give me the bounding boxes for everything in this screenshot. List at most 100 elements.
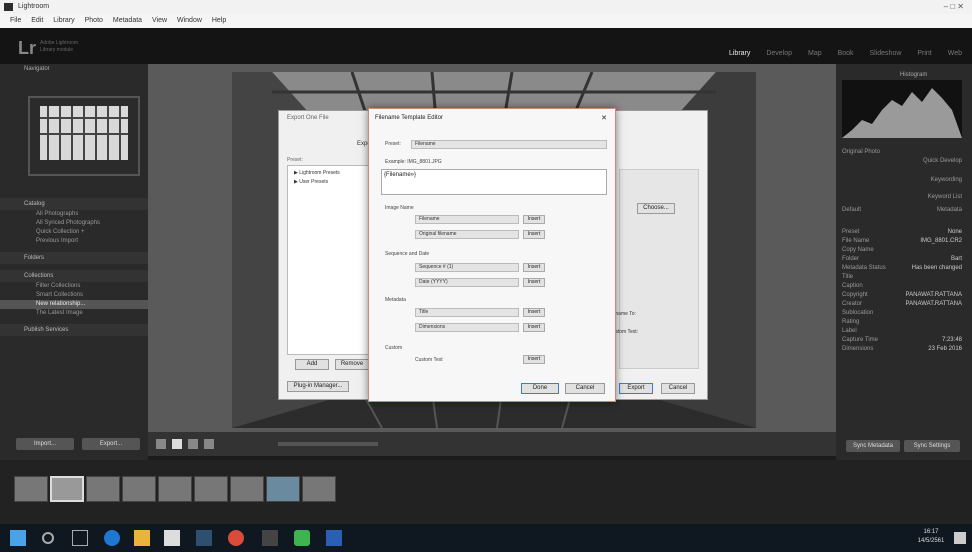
cancel-button[interactable]: Cancel (565, 383, 605, 394)
collections-header[interactable]: Collections (0, 270, 148, 282)
histogram-header[interactable]: Histogram (900, 72, 927, 78)
edge-icon[interactable] (104, 530, 120, 546)
example-label: Example: IMG_8801.JPG (385, 159, 442, 165)
import-button[interactable]: Import... (16, 438, 74, 450)
add-preset-button[interactable]: Add (295, 359, 329, 370)
navigator-preview[interactable] (28, 96, 140, 176)
publish-services-header[interactable]: Publish Services (0, 324, 148, 336)
chrome-icon[interactable] (228, 530, 244, 546)
metadata-row: Dimensions 23 Feb 2016 (842, 346, 962, 352)
module-library[interactable]: Library (729, 50, 750, 57)
collection-item[interactable]: Filter Collections (0, 282, 148, 291)
choose-button[interactable]: Choose... (637, 203, 675, 214)
catalog-item[interactable]: Previous Import (0, 237, 148, 246)
module-slideshow[interactable]: Slideshow (869, 50, 901, 57)
catalog-header[interactable]: Catalog (0, 198, 148, 210)
filmstrip-thumbnail[interactable] (266, 476, 300, 502)
file-explorer-icon[interactable] (134, 530, 150, 546)
catalog-item[interactable]: All Synced Photographs (0, 219, 148, 228)
filmstrip-thumbnail[interactable] (158, 476, 192, 502)
insert-button[interactable]: Insert (523, 230, 545, 239)
metadata-row: Preset None (842, 229, 962, 235)
menu-help[interactable]: Help (212, 17, 226, 24)
image-name-select[interactable]: Filename (415, 215, 519, 224)
metadata-row: Title (842, 274, 854, 280)
lightroom-taskbar-icon[interactable] (196, 530, 212, 546)
metadata-title-select[interactable]: Title (415, 308, 519, 317)
catalog-item[interactable]: Quick Collection + (0, 228, 148, 237)
export-preset-tree[interactable]: ▶ Lightroom Presets ▶ User Presets (287, 165, 369, 355)
insert-button[interactable]: Insert (523, 355, 545, 364)
collection-item-selected[interactable]: New relationship... (0, 300, 148, 309)
survey-view-icon[interactable] (204, 439, 214, 449)
template-token-field[interactable]: {Filename»} (381, 169, 607, 195)
collection-item[interactable]: The Latest Image (0, 309, 148, 318)
original-filename-select[interactable]: Original filename (415, 230, 519, 239)
menu-edit[interactable]: Edit (31, 17, 43, 24)
app-icon[interactable] (262, 530, 278, 546)
app-icon (4, 3, 13, 11)
quick-develop-header[interactable]: Quick Develop (842, 157, 962, 166)
module-develop[interactable]: Develop (766, 50, 792, 57)
menu-library[interactable]: Library (53, 17, 74, 24)
plugin-manager-button[interactable]: Plug-in Manager... (287, 381, 349, 392)
loupe-view-icon[interactable] (172, 439, 182, 449)
menu-window[interactable]: Window (177, 17, 202, 24)
menu-metadata[interactable]: Metadata (113, 17, 142, 24)
insert-button[interactable]: Insert (523, 263, 545, 272)
preset-select[interactable]: Filename (411, 140, 607, 149)
line-icon[interactable] (294, 530, 310, 546)
insert-button[interactable]: Insert (523, 215, 545, 224)
window-controls[interactable]: – □ ✕ (944, 0, 964, 14)
remove-preset-button[interactable]: Remove (335, 359, 369, 370)
windows-start-icon[interactable] (10, 530, 26, 546)
date-select[interactable]: Date (YYYY) (415, 278, 519, 287)
collection-item[interactable]: Smart Collections (0, 291, 148, 300)
module-web[interactable]: Web (948, 50, 962, 57)
word-icon[interactable] (326, 530, 342, 546)
metadata-default-label[interactable]: Default (842, 207, 861, 213)
insert-button[interactable]: Insert (523, 278, 545, 287)
menu-view[interactable]: View (152, 17, 167, 24)
module-print[interactable]: Print (917, 50, 931, 57)
sync-settings-button[interactable]: Sync Settings (904, 440, 960, 452)
done-button[interactable]: Done (521, 383, 559, 394)
keywording-header[interactable]: Keywording (842, 176, 962, 185)
export-button[interactable]: Export... (82, 438, 140, 450)
sync-metadata-button[interactable]: Sync Metadata (846, 440, 900, 452)
export-cancel-button[interactable]: Cancel (661, 383, 695, 394)
tree-item-lightroom-presets[interactable]: ▶ Lightroom Presets (288, 166, 368, 176)
insert-button[interactable]: Insert (523, 308, 545, 317)
menu-photo[interactable]: Photo (85, 17, 103, 24)
filmstrip-thumbnail-selected[interactable] (50, 476, 84, 502)
grid-view-icon[interactable] (156, 439, 166, 449)
filmstrip-thumbnail[interactable] (86, 476, 120, 502)
filmstrip-thumbnail[interactable] (230, 476, 264, 502)
search-icon[interactable] (42, 532, 54, 544)
module-book[interactable]: Book (838, 50, 854, 57)
insert-button[interactable]: Insert (523, 323, 545, 332)
close-icon[interactable]: ✕ (601, 114, 607, 122)
zoom-slider[interactable] (278, 442, 378, 446)
folders-header[interactable]: Folders (0, 252, 148, 264)
metadata-dimensions-select[interactable]: Dimensions (415, 323, 519, 332)
task-view-icon[interactable] (72, 530, 88, 546)
compare-view-icon[interactable] (188, 439, 198, 449)
tree-item-user-presets[interactable]: ▶ User Presets (288, 176, 368, 185)
menu-file[interactable]: File (10, 17, 21, 24)
navigator-header[interactable]: Navigator (24, 66, 50, 72)
metadata-header[interactable]: Metadata (937, 206, 962, 215)
module-map[interactable]: Map (808, 50, 822, 57)
filmstrip-thumbnail[interactable] (302, 476, 336, 502)
store-icon[interactable] (164, 530, 180, 546)
filmstrip-thumbnail[interactable] (122, 476, 156, 502)
notification-icon[interactable] (954, 532, 966, 544)
filmstrip-thumbnail[interactable] (14, 476, 48, 502)
keyword-list-header[interactable]: Keyword List (842, 193, 962, 202)
catalog-item[interactable]: All Photographs (0, 210, 148, 219)
filmstrip-thumbnail[interactable] (194, 476, 228, 502)
system-clock[interactable]: 16:17 14/5/2561 (906, 528, 956, 546)
metadata-row: Copy Name (842, 247, 874, 253)
sequence-select[interactable]: Sequence # (1) (415, 263, 519, 272)
export-confirm-button[interactable]: Export (619, 383, 653, 394)
